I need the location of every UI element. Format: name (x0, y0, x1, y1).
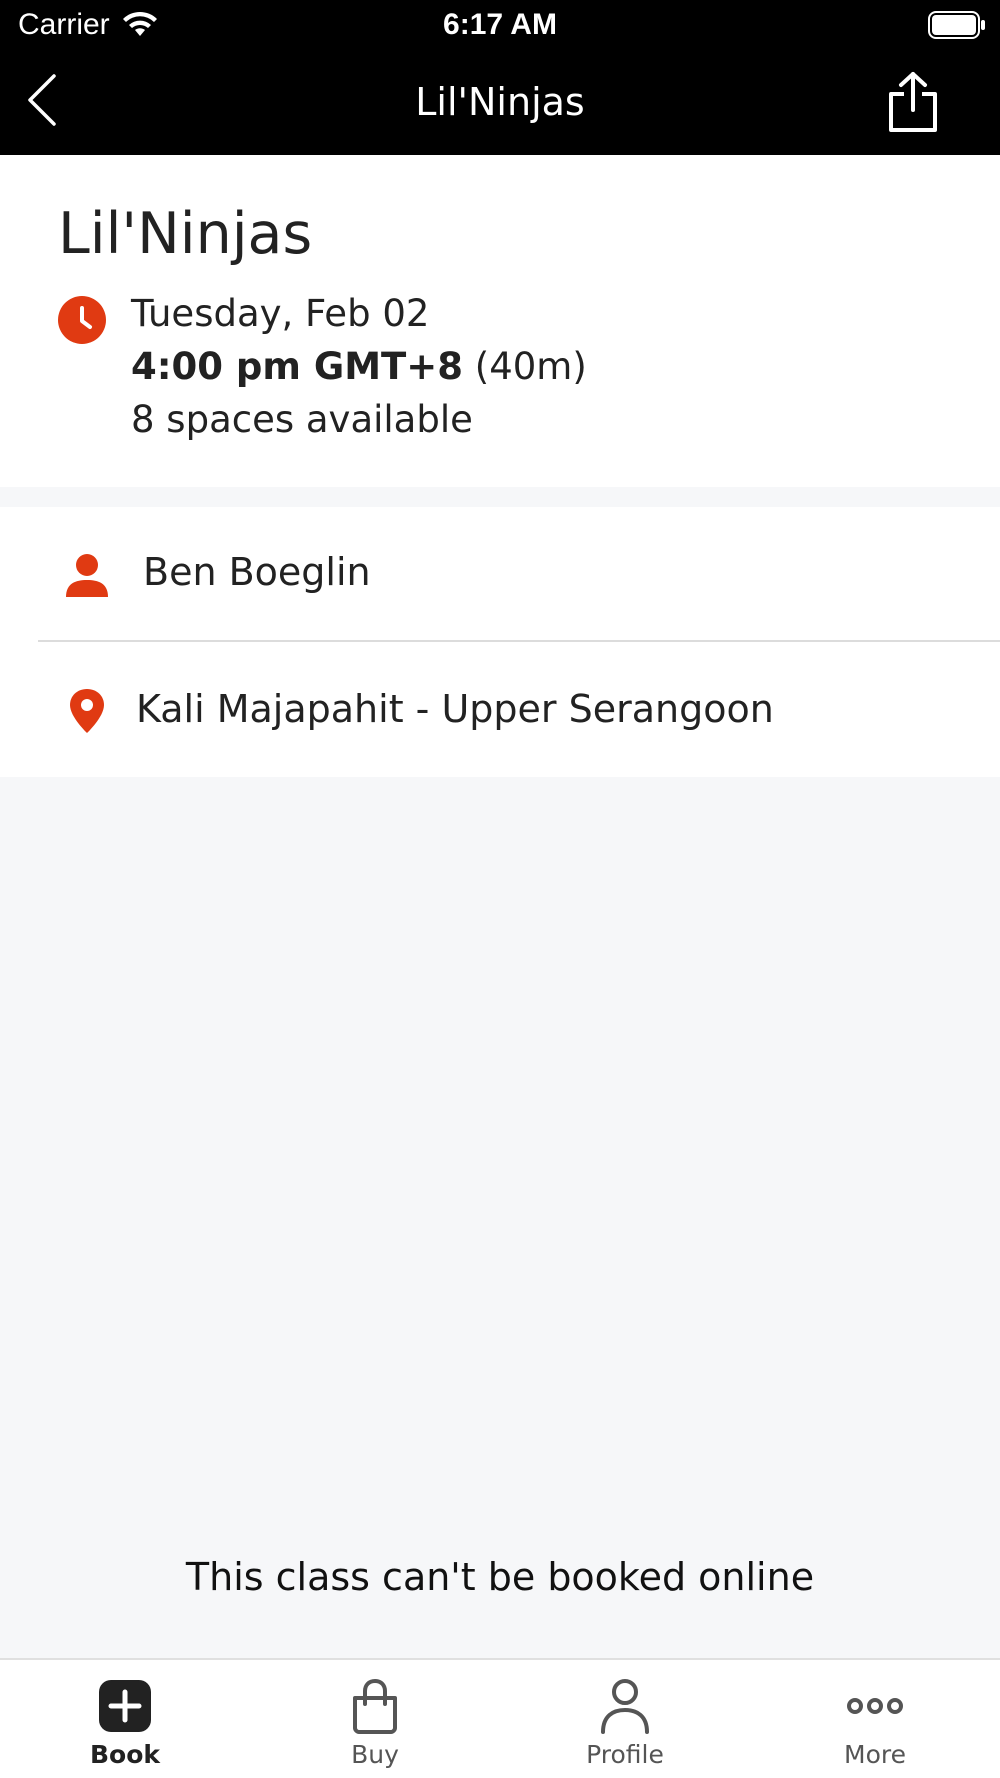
plus-square-icon (99, 1680, 151, 1732)
divider (38, 640, 1000, 642)
tab-label: Profile (586, 1740, 664, 1769)
location-pin-icon (68, 687, 106, 735)
nav-title: Lil'Ninjas (415, 80, 585, 124)
person-icon (64, 553, 110, 599)
class-title: Lil'Ninjas (58, 201, 313, 267)
more-dots-icon (847, 1698, 903, 1714)
class-time-line: 4:00 pm GMT+8 (40m) (131, 345, 587, 388)
tab-label: More (844, 1740, 906, 1769)
tab-profile[interactable]: Profile (500, 1660, 750, 1778)
class-header-card: Lil'Ninjas Tuesday, Feb 02 4:00 pm GMT+8… (0, 155, 1000, 487)
status-time: 6:17 AM (443, 8, 557, 41)
class-date: Tuesday, Feb 02 (131, 292, 430, 335)
location-name: Kali Majapahit - Upper Serangoon (136, 687, 774, 731)
class-duration: (40m) (474, 345, 587, 388)
battery-icon (928, 11, 986, 43)
class-time: 4:00 pm GMT+8 (131, 345, 464, 388)
top-bar: Carrier 6:17 AM Lil'Ninjas (0, 0, 1000, 155)
tab-bar: Book Buy Profile More (0, 1658, 1000, 1778)
class-spaces: 8 spaces available (131, 398, 473, 441)
shopping-bag-icon (353, 1678, 397, 1734)
clock-icon (58, 296, 106, 344)
tab-more[interactable]: More (750, 1660, 1000, 1778)
share-icon (889, 72, 937, 132)
person-outline-icon (601, 1679, 649, 1734)
instructor-name: Ben Boeglin (143, 550, 371, 594)
tab-book[interactable]: Book (0, 1660, 250, 1778)
class-details-card: Ben Boeglin Kali Majapahit - Upper Seran… (0, 507, 1000, 777)
tab-buy[interactable]: Buy (250, 1660, 500, 1778)
share-button[interactable] (886, 70, 940, 134)
tab-label: Buy (351, 1740, 399, 1769)
booking-status-message: This class can't be booked online (185, 1555, 815, 1599)
tab-label: Book (89, 1740, 161, 1769)
